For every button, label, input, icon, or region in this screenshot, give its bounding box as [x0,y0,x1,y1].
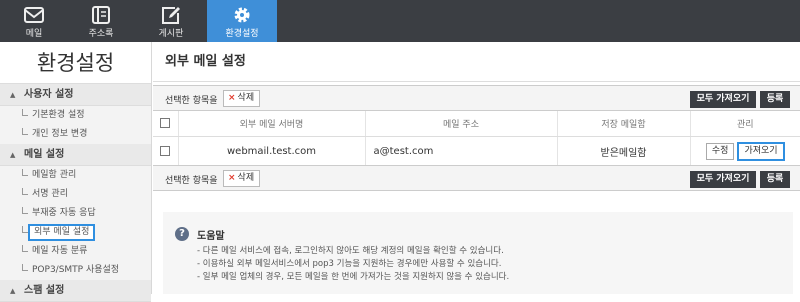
register-button[interactable]: 등록 [760,91,790,108]
gear-icon [234,7,250,23]
help-line: - 이용하실 외부 메일서비스에서 pop3 기능을 지원하는 경우에만 사용할… [197,259,502,269]
fetch-button[interactable]: 가져오기 [737,142,785,161]
header-address: 메일 주소 [364,111,557,137]
item-label: POP3/SMTP 사용설정 [32,265,120,275]
main-content: 외부 메일 설정 선택한 항목을 × 삭제 모두 가져오기 등록 외부 메일 서버… [153,42,800,294]
nav-settings[interactable]: 환경설정 [207,0,277,42]
nav-label: 메일 [25,29,43,39]
sidebar-item-external-mail[interactable]: 외부 메일 설정 [0,223,151,242]
collapse-triangle-icon: ▲ [10,151,16,159]
tree-branch-icon [22,188,28,195]
tree-branch-icon [22,207,28,214]
fetch-all-button[interactable]: 모두 가져오기 [690,171,756,188]
header-server: 외부 메일 서버명 [177,111,365,137]
item-label: 서명 관리 [32,189,68,199]
select-all-checkbox[interactable] [160,118,171,128]
sidebar-item-personal-info[interactable]: 개인 정보 변경 [0,125,151,144]
question-icon: ? [175,227,189,241]
tree-branch-icon [22,245,28,252]
delete-button[interactable]: × 삭제 [223,90,261,107]
top-action-bar: 선택한 항목을 × 삭제 모두 가져오기 등록 [153,85,800,111]
tree-branch-icon [22,109,28,116]
row-select-cell[interactable] [153,136,178,168]
collapse-triangle-icon: ▲ [10,91,16,99]
table-header-row: 외부 메일 서버명 메일 주소 저장 메일함 관리 [153,111,800,137]
select-label: 선택한 항목을 [165,176,218,186]
delete-button[interactable]: × 삭제 [223,170,261,187]
delete-x-icon: × [228,93,236,103]
item-label: 개인 정보 변경 [32,129,88,139]
sidebar-group-user-settings[interactable]: ▲ 사용자 설정 [0,84,151,106]
help-title: 도움말 [197,231,225,242]
tree-branch-icon [22,169,28,176]
page-title: 외부 메일 설정 [153,42,800,82]
help-list: - 다른 메일 서비스에 접속, 로그인하지 않아도 해당 계정의 메일을 확인… [197,245,509,284]
nav-mail[interactable]: 메일 [10,0,58,42]
sidebar-group-spam-settings[interactable]: ▲ 스팸 설정 [0,280,151,302]
tree-branch-icon [22,128,28,135]
top-navigation-bar: 메일 주소록 게시판 환경설정 [0,0,800,42]
nav-label: 게시판 [158,29,184,39]
group-label: 스팸 설정 [24,285,65,296]
header-manage: 관리 [689,111,800,137]
register-button[interactable]: 등록 [760,171,790,188]
item-label: 메일 자동 분류 [32,246,88,256]
delete-x-icon: × [228,173,236,183]
nav-label: 주소록 [88,29,114,39]
board-edit-icon [162,7,180,24]
select-label: 선택한 항목을 [165,96,218,106]
item-label: 메일함 관리 [32,170,77,180]
nav-label: 환경설정 [225,29,259,39]
header-mailbox: 저장 메일함 [556,111,690,137]
delete-label: 삭제 [237,93,255,103]
sidebar-item-auto-reply[interactable]: 부재중 자동 응답 [0,204,151,223]
row-checkbox[interactable] [160,146,171,156]
bottom-action-bar: 선택한 항목을 × 삭제 모두 가져오기 등록 [153,165,800,191]
item-label: 부재중 자동 응답 [32,208,96,218]
group-label: 메일 설정 [24,149,65,160]
sidebar-item-signature[interactable]: 서명 관리 [0,185,151,204]
manage-cell: 수정 가져오기 [689,136,800,168]
tree-branch-icon [22,264,28,271]
address-book-icon [92,6,110,24]
nav-address-book[interactable]: 주소록 [75,0,127,42]
fetch-all-button[interactable]: 모두 가져오기 [690,91,756,108]
group-label: 사용자 설정 [24,89,74,100]
sidebar-title: 환경설정 [0,42,151,84]
table-row: webmail.test.com a@test.com 받은메일함 수정 가져오기 [153,136,800,168]
sidebar-item-auto-sort[interactable]: 메일 자동 분류 [0,242,151,261]
external-mail-table: 외부 메일 서버명 메일 주소 저장 메일함 관리 webmail.test.c… [153,111,800,168]
nav-board[interactable]: 게시판 [145,0,197,42]
sidebar-item-basic-settings[interactable]: 기본환경 설정 [0,106,151,125]
mailbox-cell: 받은메일함 [556,136,690,168]
item-label: 기본환경 설정 [32,110,85,120]
collapse-triangle-icon: ▲ [10,287,16,295]
sidebar: 환경설정 ▲ 사용자 설정 기본환경 설정 개인 정보 변경 ▲ 메일 설정 메일함… [0,42,152,302]
help-line: - 일부 메일 업체의 경우, 모든 메일을 한 번에 가져가는 것을 지원하지… [197,272,510,282]
address-cell: a@test.com [364,136,557,168]
edit-button[interactable]: 수정 [705,143,735,160]
server-cell: webmail.test.com [177,136,365,168]
sidebar-item-pop3-smtp[interactable]: POP3/SMTP 사용설정 [0,261,151,280]
header-select-all[interactable] [153,111,178,137]
help-line: - 다른 메일 서비스에 접속, 로그인하지 않아도 해당 계정의 메일을 확인… [197,246,504,256]
sidebar-item-mailbox-management[interactable]: 메일함 관리 [0,166,151,185]
delete-label: 삭제 [237,173,255,183]
item-label: 외부 메일 설정 [28,224,96,241]
mail-icon [24,7,44,23]
tree-branch-icon [22,226,28,233]
sidebar-group-mail-settings[interactable]: ▲ 메일 설정 [0,144,151,166]
help-box: ? 도움말 - 다른 메일 서비스에 접속, 로그인하지 않아도 해당 계정의 … [163,212,793,294]
